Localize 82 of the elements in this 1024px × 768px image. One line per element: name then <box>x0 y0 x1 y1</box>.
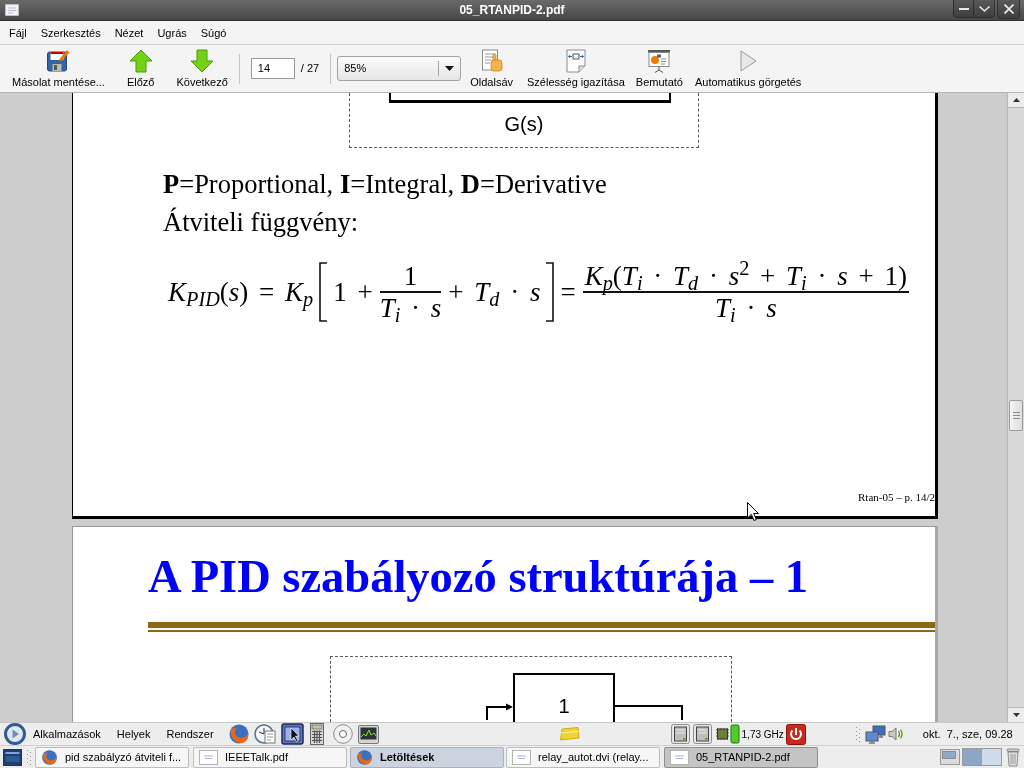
scroll-down-button[interactable] <box>1008 707 1024 722</box>
minimize-button[interactable] <box>953 0 974 18</box>
down-arrow-icon <box>190 48 215 73</box>
drag-handle-icon[interactable] <box>26 747 32 767</box>
disc-icon[interactable] <box>332 724 353 744</box>
network-computers-icon[interactable] <box>864 724 886 744</box>
window-title: 05_RTANPID-2.pdf <box>459 3 565 17</box>
document-hand-icon <box>480 48 503 73</box>
fox-globe-icon[interactable] <box>41 748 58 766</box>
fox-globe-icon[interactable] <box>227 723 250 745</box>
presentation-button[interactable]: Bemutató <box>631 47 687 90</box>
scroll-up-button[interactable] <box>1008 93 1024 108</box>
up-triangle-icon <box>1012 98 1020 102</box>
taskbar-button[interactable]: Letöltések <box>350 746 504 768</box>
maximize-button[interactable] <box>974 0 995 18</box>
taskbar-button[interactable]: pid szabályzó átviteli f... <box>35 746 189 768</box>
formula-text: 1 + <box>332 276 374 307</box>
window-thumbnail-icon[interactable] <box>940 749 960 765</box>
cpu-meter-icon <box>714 724 740 744</box>
page-number-field[interactable]: 14 <box>250 58 295 79</box>
formula-text: = <box>559 276 577 307</box>
clock[interactable]: okt. 7., sze, 09.28 <box>922 727 1013 741</box>
caret-down-icon <box>445 66 455 71</box>
diagram-label: G(s) <box>504 112 544 136</box>
drag-handle-icon[interactable] <box>854 724 861 744</box>
close-button[interactable] <box>997 0 1020 19</box>
slide-heading: A PID szabályozó struktúrája – 1 <box>148 551 809 603</box>
save-copy-button[interactable]: Másolat mentése... <box>8 47 109 90</box>
body-text: Átviteli függvény: <box>163 206 359 239</box>
down-triangle-icon <box>1012 713 1020 717</box>
projector-screen-icon <box>647 48 672 73</box>
diagram-label: 1 <box>558 694 570 719</box>
left-bracket-icon <box>318 261 329 322</box>
desktop-icon[interactable] <box>3 748 22 766</box>
zoom-dropdown[interactable]: 85% <box>337 56 462 81</box>
page-footer: Rtan-05 – p. 14/2 <box>858 490 935 504</box>
minimize-icon <box>958 7 969 10</box>
body-text: P=Proportional, I=Integral, D=Derivative <box>163 168 607 201</box>
fox-globe-icon[interactable] <box>356 748 373 766</box>
scrollbar-thumb[interactable] <box>1009 400 1023 431</box>
taskbar-button[interactable]: IEEETalk.pdf <box>193 746 347 768</box>
previous-page-button[interactable]: Előző <box>122 47 159 90</box>
panel-menu[interactable]: Rendszer <box>166 727 214 741</box>
workspace-cell[interactable] <box>982 749 1001 765</box>
next-page-button[interactable]: Következő <box>172 47 232 90</box>
document-thumbnail-icon <box>512 749 531 765</box>
menu-item[interactable]: Szerkesztés <box>33 24 108 41</box>
fraction-numerator: 1 <box>402 261 419 291</box>
close-icon <box>1003 4 1014 14</box>
page-width-arrows-icon <box>564 48 587 73</box>
taskbar-button[interactable]: relay_autot.dvi (relay... <box>506 746 660 768</box>
fraction-denominator: T$_{i}$ · s <box>715 292 777 323</box>
autoscroll-button[interactable]: Automatikus görgetés <box>690 47 806 90</box>
panel-menu[interactable]: Alkalmazások <box>33 727 101 741</box>
pointer-screen-icon[interactable] <box>280 723 304 745</box>
workspace-cell[interactable] <box>963 749 982 765</box>
chevron-down-icon <box>978 5 990 12</box>
trash-icon[interactable] <box>1006 747 1020 767</box>
right-bracket-icon <box>545 261 556 322</box>
speaker-icon[interactable] <box>887 726 904 742</box>
sidebar-button[interactable]: Oldalsáv <box>466 47 517 90</box>
menu-item[interactable]: Súgó <box>193 24 234 41</box>
fit-width-button[interactable]: Szélesség igazítása <box>523 47 629 90</box>
menu-item[interactable]: Fájl <box>2 24 34 41</box>
panel-menu[interactable]: Helyek <box>116 727 151 741</box>
taskbar-button[interactable]: 05_RTANPID-2.pdf <box>664 746 818 768</box>
menu-item[interactable]: Ugrás <box>150 24 194 41</box>
power-icon[interactable] <box>785 723 806 745</box>
circle-logo-icon[interactable] <box>3 723 27 745</box>
cpu-frequency: 1,73 GHz <box>741 727 784 741</box>
vertical-scrollbar[interactable] <box>1007 93 1024 722</box>
document-thumbnail-icon <box>199 749 218 765</box>
document-icon <box>5 4 19 16</box>
monitor-graph-icon[interactable] <box>357 724 379 744</box>
document-thumbnail-icon <box>670 749 689 765</box>
fraction-denominator: T$_{i}$ · s <box>379 292 442 323</box>
formula-text: + T$_{d}$ · s <box>447 276 542 307</box>
page-count: / 27 <box>300 62 320 75</box>
clock-document-icon[interactable] <box>253 723 277 745</box>
up-arrow-icon <box>128 48 153 73</box>
calculator-icon[interactable] <box>309 723 324 745</box>
menu-item[interactable]: Nézet <box>107 24 151 41</box>
